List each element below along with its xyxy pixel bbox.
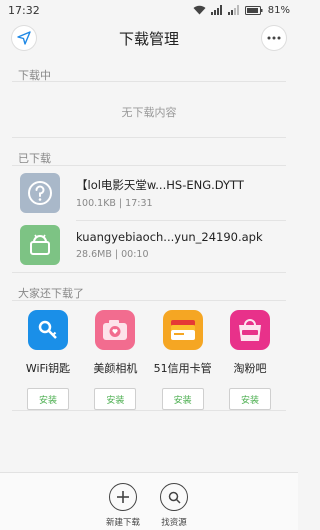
empty-state-text: 无下载内容 — [121, 106, 177, 119]
divider — [12, 410, 286, 411]
app-card-taofenba[interactable]: 淘粉吧 安装 — [218, 310, 282, 410]
find-resource-label: 找资源 — [161, 518, 187, 528]
new-download-label: 新建下载 — [105, 518, 140, 528]
credit-card-icon — [162, 310, 203, 350]
find-resource-button[interactable]: 找资源 — [144, 483, 204, 528]
app-name: 美颜相机 — [93, 362, 138, 375]
install-button[interactable]: 安装 — [94, 388, 137, 410]
more-icon — [267, 36, 281, 40]
divider — [76, 220, 286, 221]
divider — [12, 137, 286, 138]
battery-percent: 81% — [267, 4, 290, 16]
signal-icon — [210, 5, 222, 15]
downloaded-section-label: 已下载 — [18, 152, 51, 165]
install-button[interactable]: 安装 — [27, 388, 69, 410]
app-name: 51信用卡管 — [153, 362, 212, 375]
recommend-section-label: 大家还下载了 — [18, 287, 84, 300]
file-meta: 100.1KB | 17:31 — [76, 198, 153, 209]
search-icon — [160, 483, 188, 511]
taofenba-icon — [229, 310, 270, 350]
wifi-icon — [193, 5, 206, 15]
android-apk-icon — [20, 225, 60, 265]
install-button[interactable]: 安装 — [228, 388, 271, 410]
file-name: 【lol电影天堂w...HS-ENG.DYTT — [76, 178, 244, 192]
downloaded-file-row[interactable]: 【lol电影天堂w...HS-ENG.DYTT 100.1KB | 17:31 — [20, 172, 278, 214]
file-name: kuangyebiaoch...yun_24190.apk — [76, 230, 263, 244]
app-name: 淘粉吧 — [233, 362, 267, 375]
divider — [12, 165, 286, 166]
more-button[interactable] — [262, 26, 286, 50]
beauty-camera-icon — [95, 310, 136, 350]
signal-2-icon — [227, 5, 239, 15]
file-meta: 28.6MB | 00:10 — [76, 249, 149, 260]
downloaded-file-row[interactable]: kuangyebiaoch...yun_24190.apk 28.6MB | 0… — [20, 224, 278, 266]
divider — [12, 300, 286, 301]
divider — [12, 81, 286, 82]
battery-icon — [244, 5, 263, 15]
page-title: 下载管理 — [118, 30, 179, 48]
status-time: 17:32 — [8, 3, 40, 17]
status-bar: 17:32 81% — [0, 0, 298, 20]
wifi-key-icon — [28, 310, 68, 350]
bottom-bar: 新建下载 找资源 — [0, 472, 298, 530]
recommended-apps: WiFi钥匙 安装 美颜相机 安装 51信用卡管 安装 淘粉吧 安装 — [12, 310, 286, 410]
plus-icon — [109, 483, 137, 511]
unknown-file-icon — [20, 173, 60, 213]
title-bar: 下载管理 — [0, 20, 298, 56]
app-card-51-credit-card[interactable]: 51信用卡管 安装 — [151, 310, 215, 410]
app-name: WiFi钥匙 — [25, 362, 71, 375]
divider — [12, 272, 286, 273]
status-icons: 81% — [193, 5, 290, 16]
install-button[interactable]: 安装 — [161, 388, 204, 410]
app-card-wifi-key[interactable]: WiFi钥匙 安装 — [16, 310, 80, 410]
app-card-beauty-camera[interactable]: 美颜相机 安装 — [83, 310, 147, 410]
